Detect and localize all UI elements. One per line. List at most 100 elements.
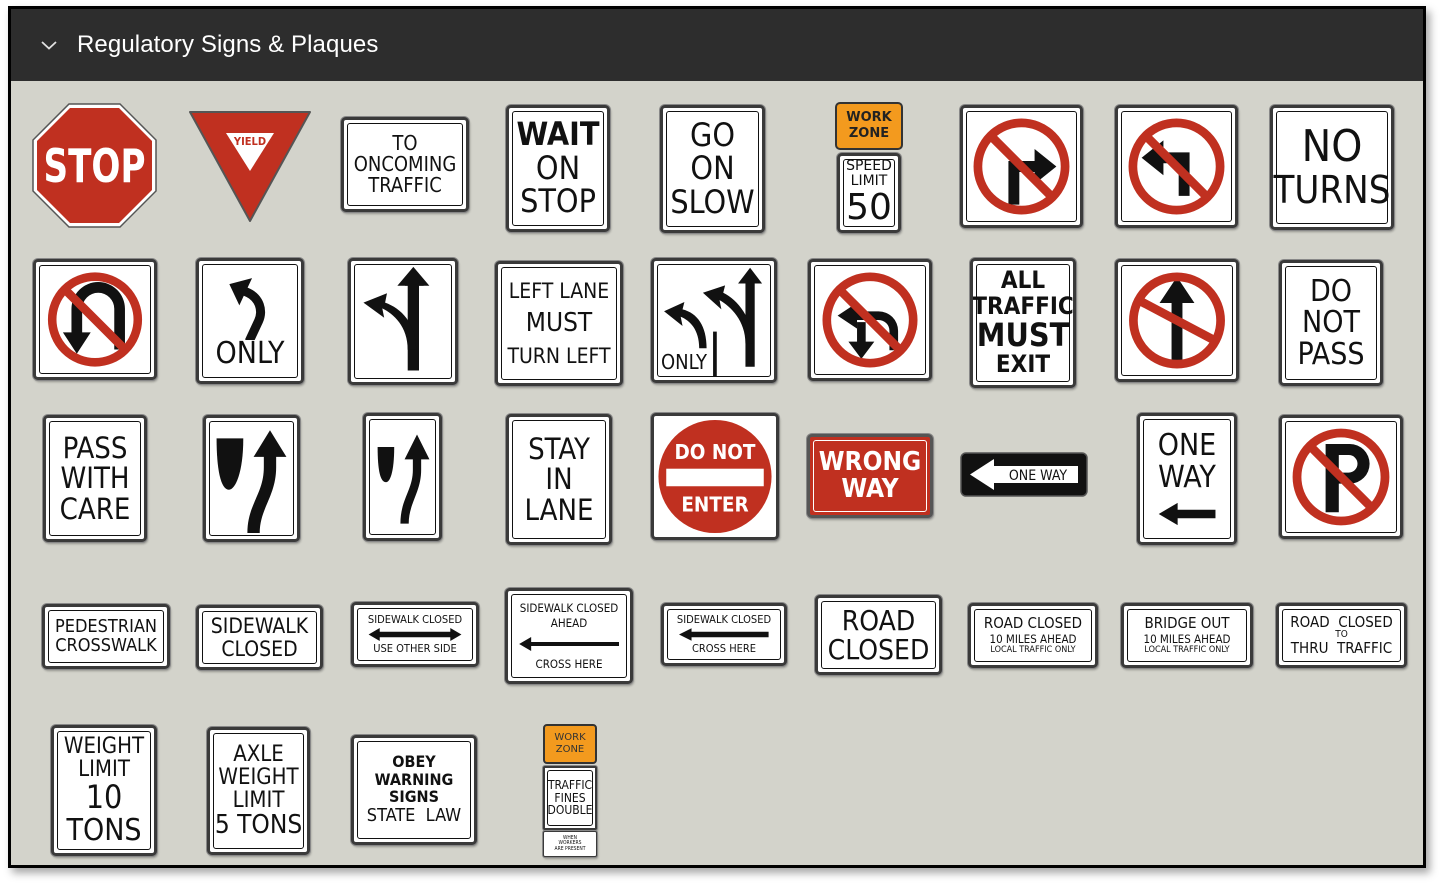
sign-text: LOCAL TRAFFIC ONLY	[1144, 644, 1230, 655]
do-not-pass-sign[interactable]: DO NOT PASS	[1279, 260, 1383, 386]
sidewalk-closed-sign[interactable]: SIDEWALK CLOSED	[196, 605, 323, 670]
speed-limit-plate: SPEED LIMIT 50	[837, 153, 901, 233]
sign-text: MUST	[976, 315, 1070, 354]
road-closed-sign[interactable]: ROAD CLOSED	[815, 595, 942, 675]
work-zone-plaque: WORK ZONE	[835, 102, 903, 150]
sidewalk-closed-ahead-sign[interactable]: SIDEWALK CLOSED AHEAD CROSS HERE	[505, 588, 633, 684]
sign-text: TRAFFIC	[547, 778, 593, 793]
sign-text: SIGNS	[389, 787, 439, 807]
wait-on-stop-sign[interactable]: WAIT ON STOP	[506, 105, 610, 232]
no-right-turn-icon	[973, 118, 1070, 215]
left-lane-must-turn-left-sign[interactable]: LEFT LANE MUST TURN LEFT	[495, 261, 623, 386]
sign-text: PEDESTRIAN	[54, 615, 158, 637]
to-oncoming-traffic-sign[interactable]: TO ONCOMING TRAFFIC	[341, 117, 469, 212]
sign-text: 5 TONS	[214, 809, 303, 840]
sign-text: WAY	[841, 474, 899, 504]
sign-text: SIDEWALK CLOSED	[367, 613, 463, 627]
sign-text: WEIGHT	[63, 733, 145, 759]
sign-text: ONE WAY	[1009, 468, 1068, 484]
sign-text: TURNS	[1273, 167, 1391, 212]
sign-text: SLOW	[670, 182, 755, 221]
sign-text: BRIDGE OUT	[1144, 613, 1230, 632]
sign-text: PASS	[62, 430, 128, 465]
sign-text: WAIT	[516, 115, 600, 154]
weight-limit-sign[interactable]: WEIGHT LIMIT 10 TONS	[51, 725, 157, 856]
chevron-down-icon[interactable]	[29, 25, 69, 65]
sidewalk-closed-use-other-side-sign[interactable]: SIDEWALK CLOSED USE OTHER SIDE	[351, 602, 479, 667]
yield-sign[interactable]: YIELD	[185, 109, 315, 224]
sign-text: WITH	[60, 461, 130, 496]
no-left-and-u-turn-icon	[822, 272, 918, 368]
sign-text: EXIT	[995, 350, 1051, 379]
work-zone-speed-limit-sign[interactable]: WORK ZONE SPEED LIMIT 50	[835, 102, 903, 234]
keep-right-sign[interactable]	[203, 415, 300, 542]
work-zone-fines-double-sign[interactable]: WORK ZONE TRAFFIC FINES DOUBLE WHEN WORK…	[543, 724, 597, 858]
no-turns-sign[interactable]: NO TURNS	[1270, 105, 1394, 230]
no-u-turn-sign[interactable]	[33, 259, 157, 380]
go-on-slow-sign[interactable]: GO ON SLOW	[660, 105, 765, 233]
road-closed-miles-ahead-sign[interactable]: ROAD CLOSED 10 MILES AHEAD LOCAL TRAFFIC…	[968, 603, 1098, 668]
no-right-turn-sign[interactable]	[960, 105, 1083, 228]
sign-text: WEIGHT	[218, 764, 299, 790]
sign-text: CLOSED	[221, 636, 298, 661]
yield-label: YIELD	[233, 135, 266, 148]
pedestrian-crosswalk-sign[interactable]: PEDESTRIAN CROSSWALK	[42, 604, 170, 669]
no-parking-sign[interactable]	[1279, 415, 1403, 539]
sign-text: USE OTHER SIDE	[373, 642, 457, 655]
sign-text: LOCAL TRAFFIC ONLY	[990, 644, 1076, 655]
keep-right-narrow-sign[interactable]	[363, 413, 442, 541]
sign-text: ONE	[1157, 428, 1217, 463]
road-closed-thru-traffic-sign[interactable]: ROAD CLOSED TO THRU TRAFFIC	[1276, 603, 1407, 668]
wrong-way-sign[interactable]: WRONG WAY	[807, 434, 933, 518]
sign-text: CROSS HERE	[691, 642, 757, 655]
sign-text: NO	[1301, 121, 1363, 173]
stop-sign[interactable]: STOP	[32, 103, 157, 228]
sign-text: IN	[545, 462, 573, 497]
sign-text: NOT	[1302, 305, 1360, 341]
left-turn-only-sign[interactable]: ONLY	[196, 258, 304, 384]
obey-warning-signs-sign[interactable]: OBEY WARNING SIGNS STATE LAW	[351, 735, 477, 845]
keep-right-narrow-icon	[377, 434, 430, 524]
sign-text: WORK	[846, 109, 892, 125]
one-way-vertical-sign[interactable]: ONE WAY	[1137, 413, 1237, 545]
sidewalk-closed-cross-here-sign[interactable]: SIDEWALK CLOSED CROSS HERE	[661, 603, 787, 666]
left-or-through-sign[interactable]	[348, 258, 458, 385]
sign-text: LEFT LANE	[508, 278, 610, 303]
sign-text: LANE	[524, 492, 594, 527]
pass-with-care-sign[interactable]: PASS WITH CARE	[43, 415, 147, 542]
bridge-out-sign[interactable]: BRIDGE OUT 10 MILES AHEAD LOCAL TRAFFIC …	[1121, 603, 1253, 668]
sign-text: WARNING	[374, 769, 454, 789]
no-left-turn-sign[interactable]	[1115, 105, 1238, 228]
do-not-enter-sign[interactable]: DO NOT ENTER	[651, 413, 779, 540]
stay-in-lane-sign[interactable]: STAY IN LANE	[506, 414, 612, 545]
no-left-turn-icon	[1128, 118, 1225, 215]
work-zone-plaque: WORK ZONE	[543, 724, 597, 764]
sign-text: STATE LAW	[366, 805, 462, 827]
sign-text: DO	[1309, 273, 1353, 309]
axle-weight-limit-sign[interactable]: AXLE WEIGHT LIMIT 5 TONS	[207, 727, 310, 855]
sign-text: WAY	[1158, 459, 1216, 495]
sign-text: ZONE	[848, 126, 890, 141]
sign-text: ZONE	[555, 744, 585, 755]
no-straight-through-sign[interactable]	[1115, 259, 1239, 382]
sign-text: ON	[535, 148, 581, 187]
sign-text: 10 MILES AHEAD	[1143, 631, 1231, 646]
two-lane-left-only-sign[interactable]: ONLY	[651, 258, 777, 383]
sign-text: ONLY	[661, 350, 707, 374]
no-left-and-u-turn-sign[interactable]	[808, 259, 932, 381]
sign-text: PASS	[1297, 336, 1365, 372]
no-u-turn-icon	[47, 272, 143, 367]
sign-text: ROAD CLOSED	[1290, 612, 1393, 631]
sign-text: ENTER	[681, 493, 748, 517]
sign-text: TURN LEFT	[507, 344, 611, 369]
left-arrow-icon	[519, 636, 619, 651]
do-not-enter-icon: DO NOT ENTER	[658, 419, 772, 534]
sign-text: CROSS HERE	[535, 656, 603, 671]
no-parking-icon	[1292, 428, 1390, 526]
one-way-horizontal-sign[interactable]: ONE WAY	[960, 452, 1088, 497]
sign-text: SIDEWALK	[210, 614, 309, 639]
panel-header[interactable]: Regulatory Signs & Plaques	[11, 9, 1423, 81]
sign-text: MUST	[525, 307, 593, 338]
sign-text: ONLY	[215, 335, 285, 371]
all-traffic-must-exit-sign[interactable]: ALL TRAFFIC MUST EXIT	[970, 258, 1076, 388]
